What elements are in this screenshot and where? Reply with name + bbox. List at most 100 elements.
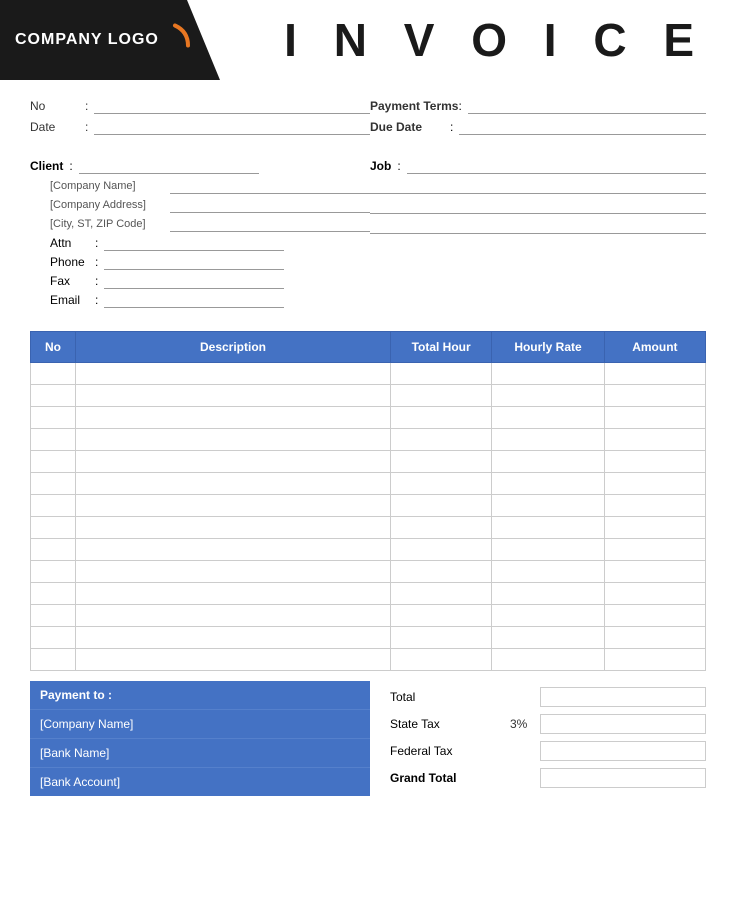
cell-1-2[interactable] (391, 385, 492, 407)
cell-3-1[interactable] (76, 429, 391, 451)
cell-4-1[interactable] (76, 451, 391, 473)
cell-3-4[interactable] (604, 429, 705, 451)
grand-total-value[interactable] (540, 768, 706, 788)
cell-12-0[interactable] (31, 627, 76, 649)
cell-7-4[interactable] (604, 517, 705, 539)
table-row[interactable] (31, 429, 706, 451)
total-value[interactable] (540, 687, 706, 707)
cell-6-3[interactable] (492, 495, 605, 517)
cell-5-2[interactable] (391, 473, 492, 495)
cell-13-4[interactable] (604, 649, 705, 671)
cell-0-2[interactable] (391, 363, 492, 385)
cell-11-1[interactable] (76, 605, 391, 627)
table-row[interactable] (31, 385, 706, 407)
cell-11-3[interactable] (492, 605, 605, 627)
cell-6-4[interactable] (604, 495, 705, 517)
cell-9-4[interactable] (604, 561, 705, 583)
payment-terms-value[interactable] (468, 98, 706, 114)
cell-4-3[interactable] (492, 451, 605, 473)
cell-3-0[interactable] (31, 429, 76, 451)
payment-label: Payment to : (40, 688, 112, 702)
table-row[interactable] (31, 627, 706, 649)
cell-12-1[interactable] (76, 627, 391, 649)
cell-10-1[interactable] (76, 583, 391, 605)
cell-1-1[interactable] (76, 385, 391, 407)
cell-9-3[interactable] (492, 561, 605, 583)
attn-value[interactable] (104, 235, 284, 251)
cell-7-0[interactable] (31, 517, 76, 539)
cell-13-3[interactable] (492, 649, 605, 671)
fax-value[interactable] (104, 273, 284, 289)
cell-5-0[interactable] (31, 473, 76, 495)
cell-8-0[interactable] (31, 539, 76, 561)
cell-11-0[interactable] (31, 605, 76, 627)
cell-6-0[interactable] (31, 495, 76, 517)
cell-0-4[interactable] (604, 363, 705, 385)
client-name-value[interactable] (79, 158, 259, 174)
table-row[interactable] (31, 407, 706, 429)
no-value[interactable] (94, 98, 370, 114)
cell-0-0[interactable] (31, 363, 76, 385)
cell-0-3[interactable] (492, 363, 605, 385)
cell-13-0[interactable] (31, 649, 76, 671)
cell-10-2[interactable] (391, 583, 492, 605)
cell-11-4[interactable] (604, 605, 705, 627)
cell-5-4[interactable] (604, 473, 705, 495)
cell-1-4[interactable] (604, 385, 705, 407)
cell-5-1[interactable] (76, 473, 391, 495)
cell-3-3[interactable] (492, 429, 605, 451)
cell-11-2[interactable] (391, 605, 492, 627)
cell-8-3[interactable] (492, 539, 605, 561)
cell-12-3[interactable] (492, 627, 605, 649)
date-value[interactable] (94, 119, 370, 135)
job-value-1[interactable] (407, 158, 706, 174)
table-row[interactable] (31, 473, 706, 495)
cell-10-4[interactable] (604, 583, 705, 605)
cell-8-4[interactable] (604, 539, 705, 561)
cell-10-0[interactable] (31, 583, 76, 605)
cell-6-1[interactable] (76, 495, 391, 517)
table-row[interactable] (31, 539, 706, 561)
table-row[interactable] (31, 561, 706, 583)
table-row[interactable] (31, 495, 706, 517)
cell-2-0[interactable] (31, 407, 76, 429)
table-row[interactable] (31, 363, 706, 385)
cell-1-0[interactable] (31, 385, 76, 407)
cell-1-3[interactable] (492, 385, 605, 407)
info-section: No : Date : Payment Terms : Due Date : (0, 80, 736, 148)
cell-4-4[interactable] (604, 451, 705, 473)
cell-3-2[interactable] (391, 429, 492, 451)
cell-2-3[interactable] (492, 407, 605, 429)
cell-9-1[interactable] (76, 561, 391, 583)
federal-tax-value[interactable] (540, 741, 706, 761)
cell-5-3[interactable] (492, 473, 605, 495)
cell-4-2[interactable] (391, 451, 492, 473)
email-value[interactable] (104, 292, 284, 308)
table-row[interactable] (31, 649, 706, 671)
table-row[interactable] (31, 451, 706, 473)
cell-7-1[interactable] (76, 517, 391, 539)
cell-12-4[interactable] (604, 627, 705, 649)
state-tax-value[interactable] (540, 714, 706, 734)
cell-7-3[interactable] (492, 517, 605, 539)
cell-9-0[interactable] (31, 561, 76, 583)
cell-0-1[interactable] (76, 363, 391, 385)
table-row[interactable] (31, 583, 706, 605)
phone-value[interactable] (104, 254, 284, 270)
cell-12-2[interactable] (391, 627, 492, 649)
cell-8-1[interactable] (76, 539, 391, 561)
cell-2-2[interactable] (391, 407, 492, 429)
cell-8-2[interactable] (391, 539, 492, 561)
cell-10-3[interactable] (492, 583, 605, 605)
cell-2-1[interactable] (76, 407, 391, 429)
cell-4-0[interactable] (31, 451, 76, 473)
table-row[interactable] (31, 517, 706, 539)
cell-6-2[interactable] (391, 495, 492, 517)
table-row[interactable] (31, 605, 706, 627)
cell-13-1[interactable] (76, 649, 391, 671)
cell-7-2[interactable] (391, 517, 492, 539)
cell-13-2[interactable] (391, 649, 492, 671)
cell-2-4[interactable] (604, 407, 705, 429)
cell-9-2[interactable] (391, 561, 492, 583)
due-date-value[interactable] (459, 119, 706, 135)
